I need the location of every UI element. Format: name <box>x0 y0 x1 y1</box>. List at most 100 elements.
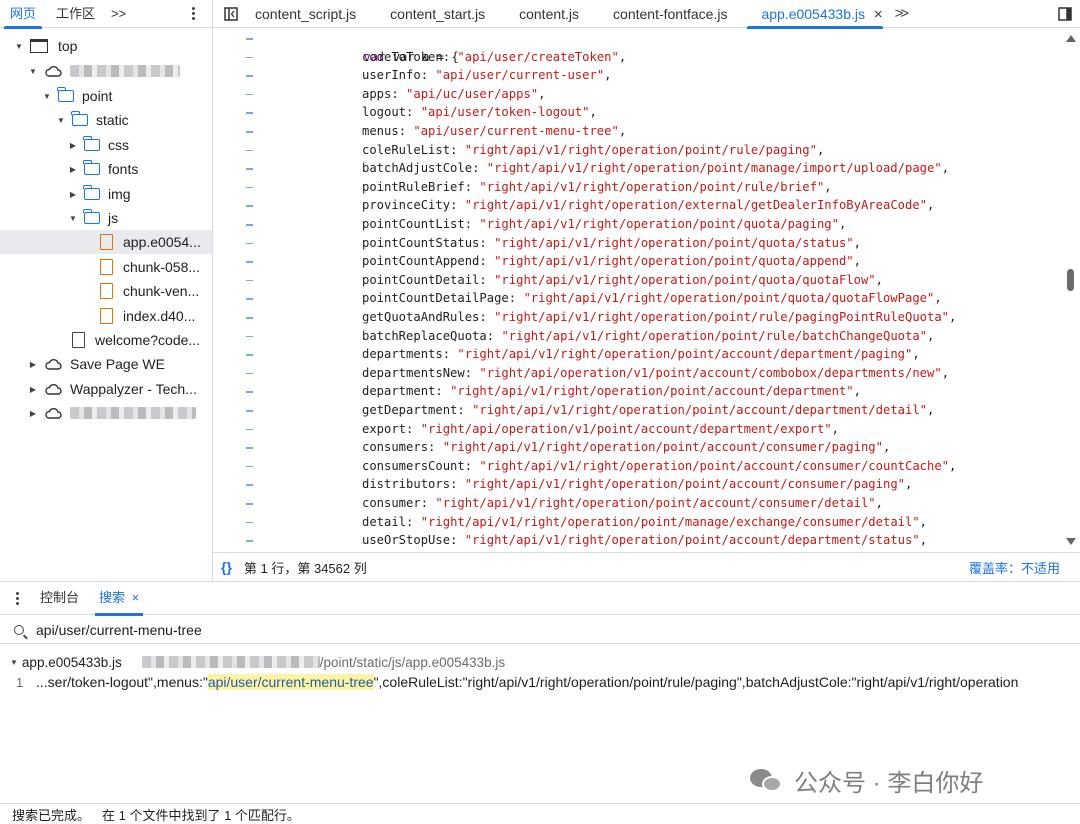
code-line: pointRuleBrief: "right/api/v1/right/oper… <box>362 178 832 197</box>
tree-file-app[interactable]: app.e0054... <box>0 230 212 254</box>
code-key: pointCountAppend <box>362 254 480 269</box>
expand-arrow-icon[interactable]: ▼ <box>56 115 66 125</box>
result-match-line[interactable]: 1 ...ser/token-logout",menus:" api/user/c… <box>0 672 1080 692</box>
navigator-menu-icon[interactable] <box>186 0 200 28</box>
code-colon: : <box>486 328 502 343</box>
close-search-tab-icon[interactable]: × <box>132 590 140 605</box>
tree-node-css[interactable]: ▶ css <box>0 133 212 157</box>
tree-node-label: point <box>82 88 113 104</box>
code-comma: , <box>538 86 546 101</box>
cursor-position: 第 1 行，第 34562 列 <box>243 560 367 576</box>
result-file-header[interactable]: ▼ app.e005433b.js /point/static/js/app.e… <box>10 653 505 671</box>
gutter-mark <box>246 521 253 524</box>
gutter-mark <box>246 261 253 263</box>
collapse-arrow-icon[interactable]: ▶ <box>68 189 78 199</box>
redacted-host <box>141 656 320 668</box>
code-colon: : <box>479 235 495 250</box>
watermark: 公众号 · 李白你好 <box>750 762 983 798</box>
coverage-status[interactable]: 覆盖率：不适用 <box>969 558 1060 577</box>
code-colon: : <box>450 533 465 548</box>
toggle-debugger-icon[interactable] <box>1050 0 1080 28</box>
search-input[interactable]: api/user/current-menu-tree <box>36 622 202 638</box>
tree-node-wappalyzer[interactable]: ▶ Wappalyzer - Tech... <box>0 377 212 401</box>
expand-arrow-icon[interactable]: ▼ <box>14 41 24 51</box>
expand-arrow-icon[interactable]: ▼ <box>42 91 52 101</box>
code-colon: : <box>428 440 443 455</box>
expand-arrow-icon[interactable]: ▼ <box>68 213 78 223</box>
collapse-arrow-icon[interactable]: ▶ <box>68 140 78 150</box>
file-tab-content-script[interactable]: content_script.js <box>249 0 370 28</box>
gutter-mark <box>246 224 253 226</box>
search-bar[interactable]: api/user/current-menu-tree <box>0 616 1080 644</box>
close-tab-icon[interactable]: × <box>874 6 883 23</box>
expand-arrow-icon[interactable]: ▼ <box>28 66 38 76</box>
folder-icon <box>71 111 88 126</box>
tree-node-fonts[interactable]: ▶ fonts <box>0 157 212 181</box>
code-colon: : <box>420 68 436 83</box>
code-comma: , <box>816 142 825 157</box>
tab-workspace[interactable]: 工作区 <box>46 0 105 28</box>
tree-node-domain-2[interactable]: ▶ <box>0 401 212 425</box>
gutter-mark <box>246 354 253 356</box>
code-string: "right/api/v1/right/operation/point/quot… <box>523 291 935 306</box>
file-tab-content-fontface[interactable]: content-fontface.js <box>593 0 741 28</box>
tab-page[interactable]: 网页 <box>0 0 46 29</box>
code-key: pointCountDetail <box>362 272 480 287</box>
tree-node-label: welcome?code... <box>95 332 201 348</box>
tree-node-save-page[interactable]: ▶ Save Page WE <box>0 352 212 376</box>
cloud-icon <box>45 384 62 395</box>
tree-node-img[interactable]: ▶ img <box>0 182 212 206</box>
tree-file-index[interactable]: index.d40... <box>0 304 212 328</box>
tree-file-chunk-ven[interactable]: chunk-ven... <box>0 279 212 303</box>
tree-node-domain-1[interactable]: ▼ <box>0 59 212 83</box>
code-comma: , <box>941 365 950 380</box>
more-file-tabs-button[interactable]: >> <box>889 5 913 22</box>
file-tab-content-start[interactable]: content_start.js <box>370 0 499 28</box>
code-colon: : <box>479 272 495 287</box>
scrollbar-thumb[interactable] <box>1067 269 1074 291</box>
code-comma: , <box>831 421 839 436</box>
code-string: "right/api/v1/right/operation/point/acco… <box>442 440 883 455</box>
collapse-arrow-icon[interactable]: ▶ <box>68 164 78 174</box>
editor-scrollbar[interactable] <box>1062 29 1080 552</box>
file-tab-app[interactable]: app.e005433b.js × <box>741 0 888 29</box>
code-line: departmentsNew: "right/api/operation/v1/… <box>362 364 949 383</box>
scroll-down-icon[interactable] <box>1066 538 1076 545</box>
code-comma: , <box>589 105 597 120</box>
code-string: "right/api/v1/right/operation/point/quot… <box>494 254 854 269</box>
collapse-arrow-icon[interactable]: ▶ <box>28 384 38 394</box>
code-colon: : <box>450 142 465 157</box>
more-tabs-button[interactable]: >> <box>105 0 132 28</box>
gutter-mark <box>246 75 253 77</box>
scroll-up-icon[interactable] <box>1066 35 1076 42</box>
code-colon: : <box>457 403 473 417</box>
tree-node-top[interactable]: ▼ top <box>0 34 212 58</box>
collapse-arrow-icon[interactable]: ▶ <box>28 359 38 369</box>
file-tab-content[interactable]: content.js <box>499 0 593 28</box>
tab-console[interactable]: 控制台 <box>30 581 89 615</box>
code-colon: : <box>464 365 480 380</box>
gutter-mark <box>246 372 253 375</box>
tree-node-point[interactable]: ▼ point <box>0 84 212 108</box>
expand-arrow-icon[interactable]: ▼ <box>10 658 18 667</box>
tree-node-label: css <box>108 137 129 153</box>
tab-search[interactable]: 搜索 × <box>89 581 149 616</box>
code-colon: : <box>464 217 480 231</box>
collapse-arrow-icon[interactable]: ▶ <box>28 408 38 418</box>
code-key: distributors <box>362 477 451 492</box>
cloud-icon <box>45 408 62 419</box>
file-tree: ▼ top ▼ ▼ point ▼ static ▶ css ▶ fonts ▶… <box>0 29 212 581</box>
code-editor[interactable]: var var a = { codeToToken: "api/user/cre… <box>276 29 1061 552</box>
toggle-navigator-icon[interactable] <box>213 0 249 28</box>
tree-node-static[interactable]: ▼ static <box>0 108 212 132</box>
drawer-menu-icon[interactable] <box>10 581 24 615</box>
tree-file-welcome[interactable]: welcome?code... <box>0 328 212 352</box>
code-line: getQuotaAndRules: "right/api/v1/right/op… <box>362 308 956 327</box>
pretty-print-icon[interactable]: {} <box>221 559 232 575</box>
tree-node-js[interactable]: ▼ js <box>0 206 212 230</box>
tree-file-chunk-058[interactable]: chunk-058... <box>0 255 212 279</box>
code-key: getDepartment <box>362 403 458 417</box>
code-colon: : <box>479 310 495 324</box>
code-line: coleRuleList: "right/api/v1/right/operat… <box>362 141 824 160</box>
code-line: logout: "api/user/token-logout", <box>362 103 597 122</box>
